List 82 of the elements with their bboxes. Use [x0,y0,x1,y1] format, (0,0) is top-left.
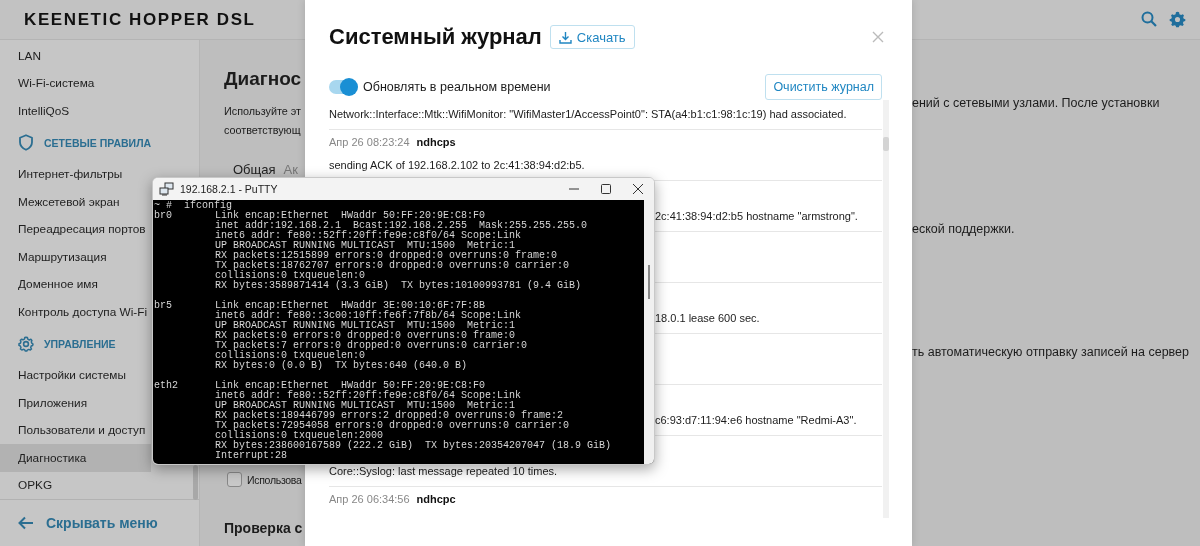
toggle-switch[interactable] [329,80,357,94]
sidebar-item[interactable]: Доменное имя [0,270,151,298]
terminal-line: UP BROADCAST RUNNING MULTICAST MTU:1500 Metric:1 [215,241,516,251]
section-heading: СЕТЕВЫЕ ПРАВИЛА [44,136,152,149]
log-message: sending ACK of 192.168.2.102 to 2c:41:38:94:d2:b5. [329,158,585,173]
log-message: c6:93:d7:11:94:e6 hostname "Redmi-A3". [655,413,857,428]
terminal-line: RX bytes:0 (0.0 B) TX bytes:640 (640.0 B) [215,361,468,371]
settings-icon [18,335,34,352]
terminal-line: TX packets:18762707 errors:0 dropped:0 overruns:0 carrier:0 [215,261,570,271]
page-title: Диагнос [224,68,302,90]
arrow-left-icon [18,516,34,530]
section-title: Проверка с [224,520,303,536]
terminal-line: RX bytes:238600167589 (222.2 GiB) TX bytes:20354207047 (18.9 GiB) [215,441,612,451]
description-text: ений с сетевыми узлами. После установки [912,96,1161,112]
dialog-title: Системный журнал [329,24,542,50]
description-text: еской поддержки. [912,222,1016,238]
log-time: Апр 26 06:34:56 [329,493,410,505]
interface-name: br5 [154,301,172,311]
settings-icon[interactable] [1169,11,1186,28]
terminal-line: inet6 addr: fe80::52ff:20ff:fe9e:c8f0/64 Scope:Link [215,231,522,241]
scrollbar-track[interactable] [644,200,654,464]
window-title: 192.168.2.1 - PuTTY [180,183,278,195]
sidebar-item[interactable]: LAN [0,42,151,70]
terminal-line: RX packets:12515899 errors:0 dropped:0 overruns:0 frame:0 [215,251,558,261]
logo: KEENETIC HOPPER DSL [24,9,256,30]
sidebar-item[interactable]: Контроль доступа Wi-Fi [0,298,151,326]
terminal-line: Link encap:Ethernet HWaddr 50:FF:20:9E:C8:F0 [215,211,486,221]
sidebar-item[interactable]: Переадресация портов [0,215,151,243]
close-icon[interactable] [633,184,643,194]
sidebar-item[interactable]: Пользователи и доступ [0,416,151,444]
maximize-icon[interactable] [601,184,611,194]
scrollbar-thumb[interactable] [193,465,198,500]
terminal-line: inet addr:192.168.2.1 Bcast:192.168.2.255 Mask:255.255.255.0 [215,221,588,231]
terminal-line: TX packets:7 errors:0 dropped:0 overruns:0 carrier:0 [215,341,528,351]
clear-log-button[interactable]: Очистить журнал [765,74,882,100]
checkbox[interactable] [227,472,242,487]
terminal-line: RX packets:0 errors:0 dropped:0 overruns:0 frame:0 [215,331,516,341]
section-heading: УПРАВЛЕНИЕ [44,337,116,350]
log-message: Core::Syslog: last message repeated 10 times. [329,464,558,479]
terminal-line: collisions:0 txqueuelen:0 [215,351,366,361]
tab[interactable]: Общая [233,162,276,177]
sidebar-item[interactable]: Межсетевой экран [0,188,151,216]
terminal-line: RX bytes:3589871414 (3.3 GiB) TX bytes:10100993781 (9.4 GiB) [215,281,582,291]
terminal-line: RX packets:189446799 errors:2 dropped:0 overruns:0 frame:2 [215,411,564,421]
description-text: ть автоматическую отправку записей на сервер [912,345,1190,361]
toggle-label: Обновлять в реальном времени [363,80,551,94]
sidebar-item[interactable]: IntelliQoS [0,97,151,125]
terminal-line: UP BROADCAST RUNNING MULTICAST MTU:1500 Metric:1 [215,401,516,411]
sidebar-item[interactable]: OPKG [0,471,151,499]
terminal-line: UP BROADCAST RUNNING MULTICAST MTU:1500 Metric:1 [215,321,516,331]
description-text: Используйте эт [224,104,301,119]
terminal-line: Link encap:Ethernet HWaddr 50:FF:20:9E:C8:F0 [215,381,486,391]
log-message: 18.0.1 lease 600 sec. [655,311,760,326]
log-message: Network::Interface::Mtk::WifiMonitor: "WifiMaster1/AccessPoint0": STA(a4:b1:c1:98:1c:19) had associated. [329,107,847,122]
terminal-line: Link encap:Ethernet HWaddr 3E:00:10:6F:7F:8B [215,301,486,311]
sidebar-item[interactable]: Настройки системы [0,361,151,389]
description-text: соответствующ [224,123,301,138]
log-message: 2c:41:38:94:d2:b5 hostname "armstrong". [655,209,858,224]
search-icon[interactable] [1141,11,1157,27]
terminal-line: Interrupt:28 [215,451,287,461]
sidebar-item[interactable]: Wi-Fi-система [0,69,151,97]
sidebar-item[interactable]: Приложения [0,389,151,417]
log-time: Апр 26 08:23:24 [329,136,410,148]
download-button[interactable]: Скачать [549,25,635,49]
log-source: ndhcpc [416,493,456,505]
terminal-line: collisions:0 txqueuelen:2000 [215,431,384,441]
shield-icon [18,134,34,151]
terminal-line: collisions:0 txqueuelen:0 [215,271,366,281]
terminal-line: TX packets:72954058 errors:0 dropped:0 overruns:0 carrier:0 [215,421,570,431]
computers-icon [159,182,174,196]
terminal-line: inet6 addr: fe80::52ff:20ff:fe9e:c8f0/64 Scope:Link [215,391,522,401]
interface-name: eth2 [154,381,178,391]
download-icon [558,30,572,44]
interface-name: br0 [154,211,172,221]
sidebar-item[interactable]: Маршрутизация [0,243,151,271]
checkbox-label: Использова [247,473,302,486]
terminal-line: inet6 addr: fe80::3c00:10ff:fe6f:7f8b/64 Scope:Link [215,311,522,321]
sidebar-item[interactable]: Диагностика [0,444,151,472]
terminal-line: ~ # ifconfig [154,201,232,211]
log-source: ndhcps [416,136,456,148]
sidebar-item[interactable]: Интернет-фильтры [0,160,151,188]
scrollbar-track[interactable] [883,100,889,518]
